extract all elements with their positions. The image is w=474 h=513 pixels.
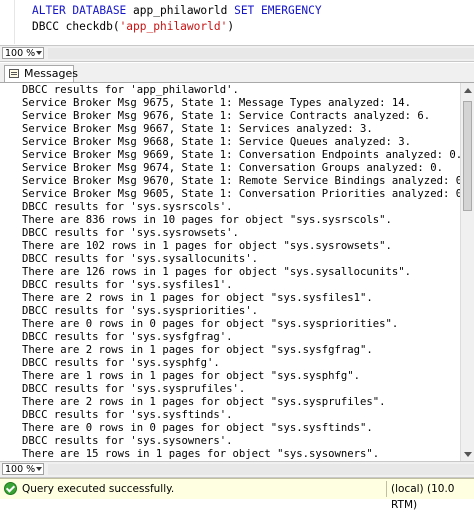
zoom-value-top: 100 % — [5, 48, 36, 59]
message-line: DBCC results for 'app_philaworld'. — [22, 84, 239, 96]
message-line: There are 2 rows in 1 pages for object "… — [22, 292, 373, 304]
messages-vertical-scrollbar[interactable] — [460, 83, 474, 462]
message-line: DBCC results for 'sys.sysftinds'. — [22, 409, 233, 421]
message-line: Service Broker Msg 9676, State 1: Servic… — [22, 110, 431, 122]
message-line: DBCC results for 'sys.sysallocunits'. — [22, 253, 258, 265]
message-line: There are 15 rows in 1 pages for object … — [22, 448, 380, 460]
message-line: There are 0 rows in 0 pages for object "… — [22, 318, 399, 330]
dbcc-command: DBCC checkdb( — [32, 20, 120, 33]
message-line: Service Broker Msg 9667, State 1: Servic… — [22, 123, 373, 135]
results-horizontal-scrollbar[interactable] — [48, 464, 474, 475]
message-line: Service Broker Msg 9675, State 1: Messag… — [22, 97, 412, 109]
message-line: Service Broker Msg 9668, State 1: Servic… — [22, 136, 412, 148]
zoom-select-top[interactable]: 100 % — [2, 47, 44, 59]
dbcc-argument: 'app_philaworld' — [119, 20, 228, 33]
editor-zoom-bar: 100 % — [0, 45, 474, 62]
query-editor[interactable]: ALTER DATABASE app_philaworld SET EMERGE… — [0, 0, 474, 44]
message-line: DBCC results for 'sys.sysowners'. — [22, 435, 233, 447]
message-line: DBCC results for 'sys.sysphfg'. — [22, 357, 220, 369]
messages-pane[interactable]: DBCC results for 'app_philaworld'. Servi… — [0, 83, 460, 462]
message-line: Service Broker Msg 9605, State 1: Conver… — [22, 188, 460, 200]
message-line: DBCC results for 'sys.sysfiles1'. — [22, 279, 233, 291]
scroll-thumb[interactable] — [463, 101, 472, 211]
message-line: DBCC results for 'sys.sysprufiles'. — [22, 383, 246, 395]
database-name: app_philaworld — [126, 4, 235, 17]
query-status-bar: Query executed successfully. (local) (10… — [0, 478, 474, 511]
message-line: There are 836 rows in 10 pages for objec… — [22, 214, 392, 226]
tab-messages[interactable]: Messages — [4, 65, 78, 82]
message-line: There are 2 rows in 1 pages for object "… — [22, 344, 373, 356]
code-line-2: DBCC checkdb('app_philaworld') — [32, 19, 234, 35]
chevron-down-icon — [36, 51, 42, 55]
message-line: There are 2 rows in 1 pages for object "… — [22, 396, 386, 408]
dbcc-close-paren: ) — [227, 20, 235, 33]
message-line: DBCC results for 'sys.sysrowsets'. — [22, 227, 239, 239]
results-tab-strip: Messages — [0, 63, 474, 83]
scroll-down-arrow-icon[interactable] — [464, 452, 472, 457]
server-connection: (local) (10.0 RTM) — [386, 481, 474, 511]
keyword-set-emergency: SET EMERGENCY — [234, 4, 322, 17]
message-line: There are 1 rows in 1 pages for object "… — [22, 370, 361, 382]
message-line: Service Broker Msg 9669, State 1: Conver… — [22, 149, 460, 161]
editor-horizontal-scrollbar[interactable] — [48, 48, 474, 59]
message-line: DBCC results for 'sys.syspriorities'. — [22, 305, 258, 317]
message-line: DBCC results for 'sys.sysrscols'. — [22, 201, 233, 213]
results-zoom-bar: 100 % — [0, 461, 474, 478]
scroll-up-arrow-icon[interactable] — [464, 88, 472, 93]
chevron-down-icon — [36, 467, 42, 471]
zoom-select-bottom[interactable]: 100 % — [2, 463, 44, 475]
editor-gutter — [0, 0, 15, 44]
message-line: There are 102 rows in 1 pages for object… — [22, 240, 392, 252]
check-circle-icon — [4, 482, 17, 495]
zoom-value-bottom: 100 % — [5, 464, 36, 475]
message-line: Service Broker Msg 9674, State 1: Conver… — [22, 162, 443, 174]
code-line-1: ALTER DATABASE app_philaworld SET EMERGE… — [32, 3, 322, 19]
message-line: DBCC results for 'sys.sysfgfrag'. — [22, 331, 233, 343]
message-line: There are 126 rows in 1 pages for object… — [22, 266, 412, 278]
message-line: Service Broker Msg 9670, State 1: Remote… — [22, 175, 460, 187]
message-line: There are 0 rows in 0 pages for object "… — [22, 422, 373, 434]
messages-icon — [9, 69, 19, 78]
tab-messages-label: Messages — [24, 67, 78, 80]
keyword-alter-database: ALTER DATABASE — [32, 4, 127, 17]
status-message: Query executed successfully. — [22, 483, 175, 495]
